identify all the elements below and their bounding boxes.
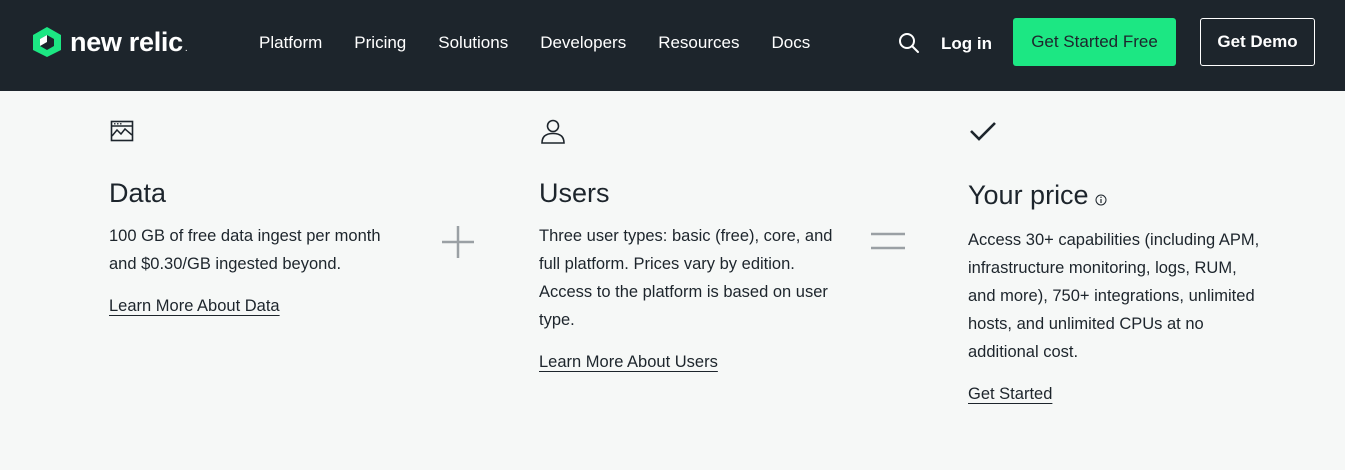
plus-icon bbox=[441, 225, 475, 264]
data-title: Data bbox=[109, 178, 167, 208]
logo-wordmark: new relic bbox=[70, 27, 183, 57]
get-demo-button[interactable]: Get Demo bbox=[1200, 18, 1315, 66]
chart-window-icon bbox=[109, 118, 409, 146]
nav-resources[interactable]: Resources bbox=[658, 31, 739, 55]
get-started-link[interactable]: Get Started bbox=[968, 382, 1052, 406]
search-icon[interactable] bbox=[898, 32, 920, 54]
nav-solutions[interactable]: Solutions bbox=[438, 31, 508, 55]
your-price-title-text: Your price bbox=[968, 180, 1089, 210]
checkmark-icon bbox=[968, 118, 1268, 146]
users-description: Three user types: basic (free), core, an… bbox=[539, 227, 833, 329]
get-started-free-button[interactable]: Get Started Free bbox=[1013, 18, 1176, 66]
pricing-column-users: Users Three user types: basic (free), co… bbox=[539, 118, 839, 374]
pricing-column-your-price: Your price Access 30+ capabilities (incl… bbox=[968, 118, 1268, 406]
nav-platform[interactable]: Platform bbox=[259, 31, 322, 55]
nav-pricing[interactable]: Pricing bbox=[354, 31, 406, 55]
pricing-column-data: Data 100 GB of free data ingest per mont… bbox=[109, 118, 409, 318]
data-description: 100 GB of free data ingest per month and… bbox=[109, 227, 381, 273]
user-icon bbox=[539, 118, 839, 146]
new-relic-logo[interactable]: new relic . bbox=[32, 26, 188, 58]
learn-more-data-link[interactable]: Learn More About Data bbox=[109, 294, 280, 318]
new-relic-logo-mark-icon bbox=[33, 27, 61, 57]
your-price-title: Your price bbox=[968, 176, 1268, 214]
equals-icon bbox=[871, 232, 905, 255]
your-price-description: Access 30+ capabilities (including APM, … bbox=[968, 231, 1260, 361]
logo-trademark-dot: . bbox=[184, 42, 188, 54]
users-title: Users bbox=[539, 178, 610, 208]
top-navigation-bar: new relic . Platform Pricing Solutions D… bbox=[0, 0, 1345, 91]
nav-developers[interactable]: Developers bbox=[540, 31, 626, 55]
learn-more-users-link[interactable]: Learn More About Users bbox=[539, 350, 718, 374]
main-nav: Platform Pricing Solutions Developers Re… bbox=[259, 31, 842, 55]
info-icon[interactable] bbox=[1095, 180, 1107, 214]
nav-docs[interactable]: Docs bbox=[771, 31, 810, 55]
login-link[interactable]: Log in bbox=[941, 32, 992, 56]
